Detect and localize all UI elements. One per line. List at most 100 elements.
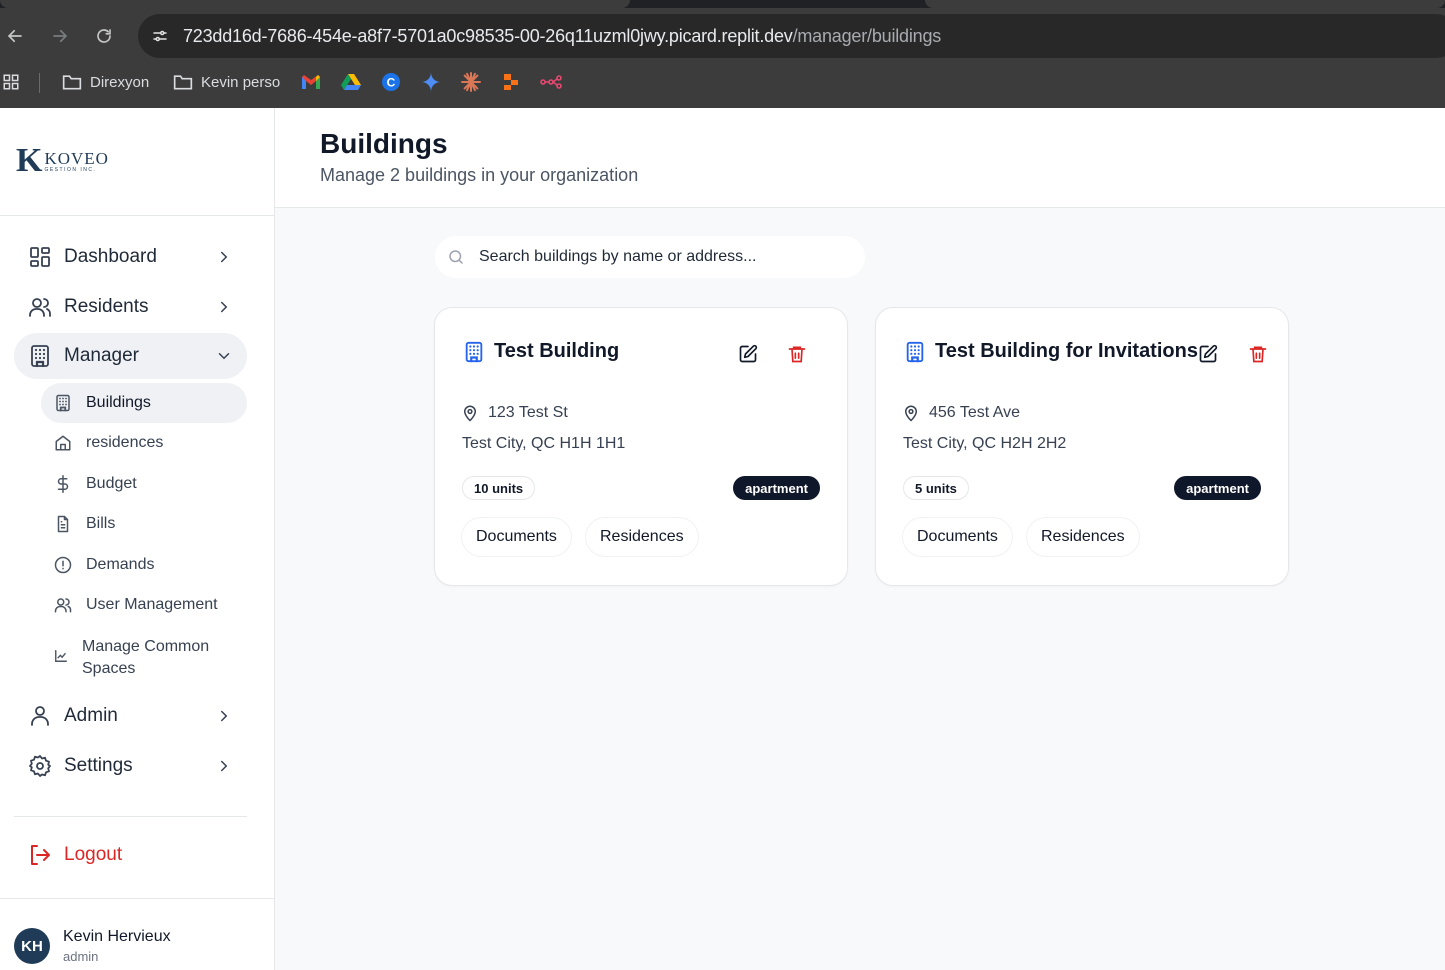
type-badge: apartment [1174, 476, 1261, 500]
logout-button[interactable]: Logout [14, 832, 247, 878]
search-box [435, 236, 865, 278]
building-icon [463, 341, 485, 363]
building-city: Test City, QC H1H 1H1 [462, 435, 626, 452]
logo-k-mark: K [16, 142, 43, 179]
users-icon [28, 295, 52, 319]
logo-subtitle: GESTION INC. [44, 167, 97, 173]
sidebar-item-residences[interactable]: residences [41, 423, 247, 463]
address-bar[interactable]: 723dd16d-7686-454e-a8f7-5701a0c98535-00-… [138, 14, 1445, 58]
site-info-icon[interactable] [146, 22, 174, 50]
bookmark-direxyon[interactable]: Direxyon [62, 70, 149, 94]
gemini-icon[interactable] [421, 70, 441, 94]
map-pin-icon [902, 404, 922, 424]
sidebar-item-bills[interactable]: Bills [41, 504, 247, 544]
user-name: Kevin Hervieux [63, 928, 171, 945]
nav-label: Dashboard [64, 246, 157, 267]
avatar: KH [14, 928, 50, 964]
sidebar-item-demands[interactable]: Demands [41, 545, 247, 585]
map-pin-icon [461, 404, 481, 424]
units-badge: 10 units [462, 476, 536, 500]
bookmarks-bar: Direxyon Kevin perso C [0, 64, 1445, 100]
sidebar-item-user-management[interactable]: User Management [41, 585, 247, 625]
nav-residents[interactable]: Residents [14, 284, 247, 330]
chevron-right-icon [215, 757, 233, 775]
type-badge: apartment [733, 476, 820, 500]
home-icon [54, 434, 72, 452]
forward-icon[interactable] [46, 22, 74, 50]
nav-label: Manager [64, 345, 139, 366]
chevron-down-icon [215, 347, 233, 365]
claude-icon[interactable] [461, 70, 481, 94]
nav-label: Admin [64, 705, 118, 726]
sidebar-item-label: Demands [86, 556, 155, 573]
sidebar-item-label: Budget [86, 475, 137, 492]
browser-toolbar: 723dd16d-7686-454e-a8f7-5701a0c98535-00-… [0, 14, 1445, 58]
google-drive-icon[interactable] [341, 70, 361, 94]
sidebar-item-label: Manage Common Spaces [82, 638, 210, 677]
browser-chrome: 723dd16d-7686-454e-a8f7-5701a0c98535-00-… [0, 0, 1445, 108]
sidebar-item-label: Buildings [86, 394, 151, 411]
url-host: 723dd16d-7686-454e-a8f7-5701a0c98535-00-… [183, 26, 793, 46]
residences-button[interactable]: Residences [1027, 518, 1139, 556]
trash-icon[interactable] [1248, 344, 1270, 366]
user-profile[interactable]: KH Kevin Hervieux admin [14, 928, 264, 968]
chevron-right-icon [215, 298, 233, 316]
user-role: admin [63, 949, 99, 964]
browser-tab[interactable] [0, 0, 630, 8]
n8n-icon[interactable] [540, 70, 562, 94]
chevron-right-icon [215, 707, 233, 725]
nav-admin[interactable]: Admin [14, 693, 247, 739]
gmail-icon[interactable] [301, 70, 321, 94]
file-icon [54, 515, 72, 533]
sidebar-divider [0, 898, 274, 899]
page-header: Buildings Manage 2 buildings in your org… [275, 108, 1445, 208]
page-subtitle: Manage 2 buildings in your organization [320, 165, 639, 185]
nav-label: Residents [64, 296, 149, 317]
sidebar-item-common-spaces[interactable]: Manage Common Spaces [41, 632, 247, 684]
users-icon [54, 596, 72, 614]
nav-manager[interactable]: Manager [14, 333, 247, 379]
folder-icon [62, 73, 82, 91]
chevron-right-icon [215, 248, 233, 266]
gear-icon [28, 754, 52, 778]
building-city: Test City, QC H2H 2H2 [903, 435, 1067, 452]
logo-text: KOVEO GESTION INC. [44, 150, 109, 174]
dashboard-icon [28, 245, 52, 269]
nav-dashboard[interactable]: Dashboard [14, 234, 247, 280]
sidebar-item-label: Bills [86, 515, 116, 532]
apps-grid-icon[interactable] [2, 70, 20, 94]
url-path: /manager/buildings [792, 26, 942, 46]
building-address: 456 Test Ave [929, 404, 1021, 421]
reload-icon[interactable] [90, 22, 118, 50]
documents-button[interactable]: Documents [462, 518, 571, 556]
make-icon[interactable] [501, 70, 521, 94]
building-name: Test Building for Invitations [935, 340, 1198, 362]
back-icon[interactable] [1, 22, 29, 50]
edit-icon[interactable] [738, 344, 760, 366]
sidebar-item-budget[interactable]: Budget [41, 464, 247, 504]
bookmark-label: Direxyon [90, 73, 150, 91]
sidebar: K KOVEO GESTION INC. Dashboard Residents… [0, 108, 275, 970]
sidebar-item-buildings[interactable]: Buildings [41, 383, 247, 423]
svg-text:C: C [387, 76, 396, 90]
nav-settings[interactable]: Settings [14, 743, 247, 789]
edit-icon[interactable] [1198, 344, 1220, 366]
documents-button[interactable]: Documents [903, 518, 1012, 556]
search-input[interactable] [479, 236, 859, 278]
building-icon [54, 394, 72, 412]
browser-tab[interactable] [925, 0, 1445, 8]
building-address: 123 Test St [488, 404, 568, 421]
bookmarks-separator [39, 73, 40, 93]
trash-icon[interactable] [787, 344, 809, 366]
folder-icon [173, 73, 193, 91]
building-card: Test Building 123 Test St Test City, QC … [434, 307, 848, 586]
residences-button[interactable]: Residences [586, 518, 698, 556]
units-badge: 5 units [903, 476, 969, 500]
sidebar-item-label: residences [86, 434, 164, 451]
c-app-icon[interactable]: C [381, 70, 401, 94]
koveo-logo[interactable]: K KOVEO GESTION INC. [16, 142, 109, 179]
dollar-icon [54, 475, 72, 493]
bookmark-kevin-perso[interactable]: Kevin perso [173, 70, 280, 94]
sidebar-divider [14, 816, 247, 817]
sidebar-item-label: User Management [86, 596, 218, 613]
